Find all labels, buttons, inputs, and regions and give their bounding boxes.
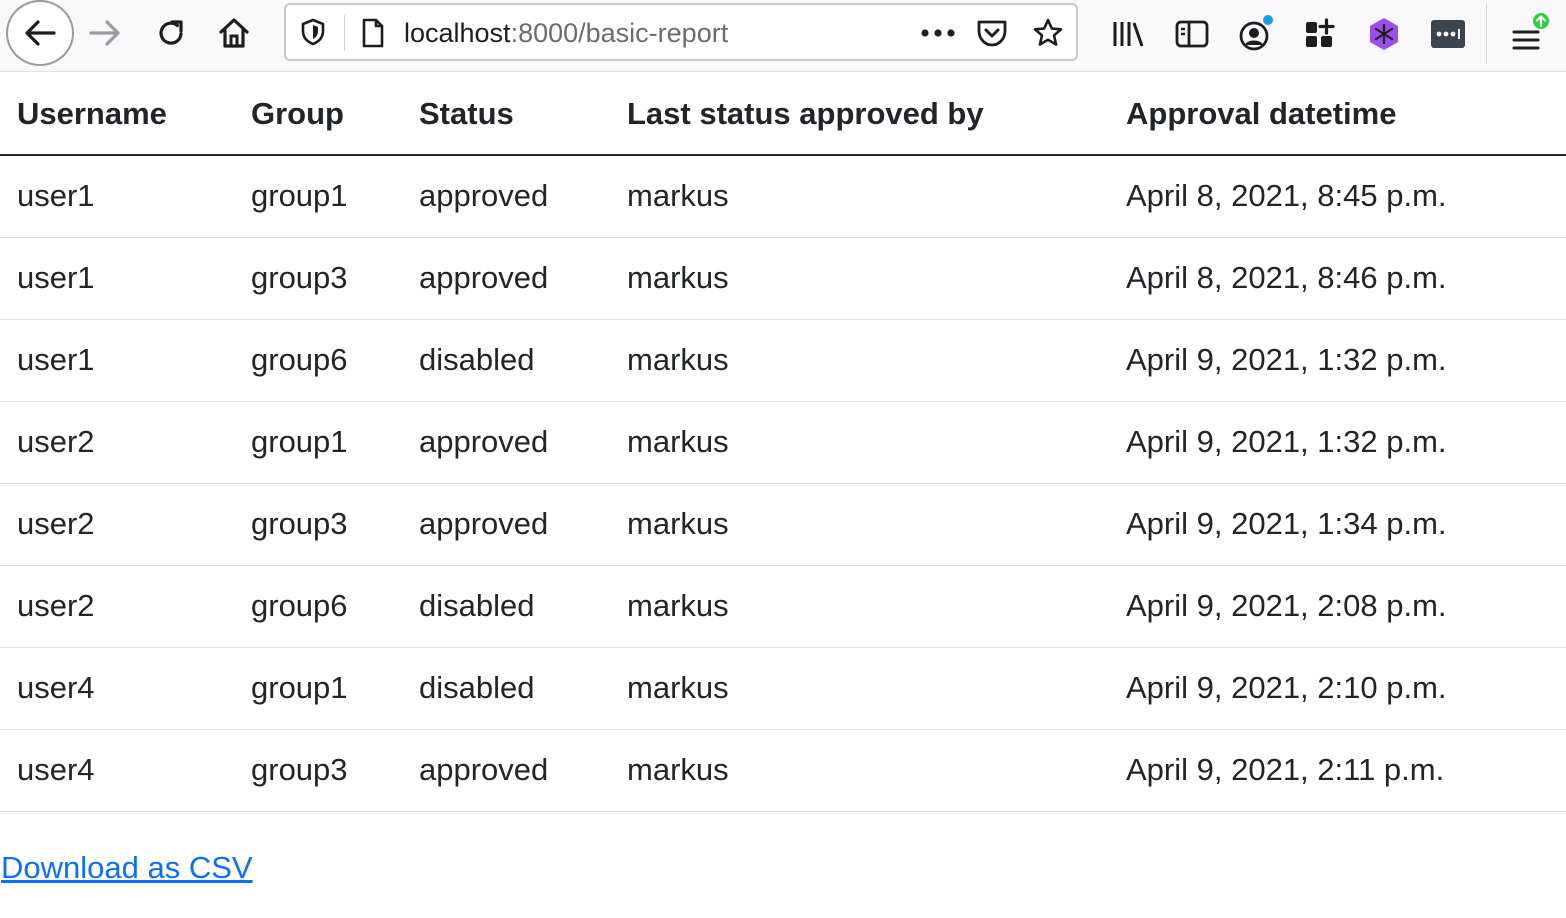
pocket-icon[interactable] bbox=[974, 16, 1010, 50]
table-body: user1 group1 approved markus April 8, 20… bbox=[0, 155, 1566, 812]
cell-status: approved bbox=[402, 483, 610, 566]
reload-button[interactable] bbox=[148, 10, 194, 56]
header-approved-by: Last status approved by bbox=[610, 74, 1109, 156]
table-header-row: Username Group Status Last status approv… bbox=[0, 74, 1566, 156]
table-header: Username Group Status Last status approv… bbox=[0, 74, 1566, 156]
cell-status: disabled bbox=[402, 647, 610, 730]
sidebar-icon[interactable] bbox=[1170, 12, 1214, 56]
header-group: Group bbox=[234, 74, 402, 156]
cell-approved-by: markus bbox=[610, 155, 1109, 238]
home-icon bbox=[219, 18, 249, 48]
url-bar[interactable]: localhost:8000/basic-report bbox=[284, 3, 1078, 61]
reload-icon bbox=[159, 20, 183, 45]
cell-status: disabled bbox=[402, 565, 610, 648]
report-table: Username Group Status Last status approv… bbox=[0, 74, 1566, 812]
url-host: localhost bbox=[404, 18, 511, 48]
cell-status: approved bbox=[402, 729, 610, 812]
table-row: user1 group1 approved markus April 8, 20… bbox=[0, 155, 1566, 238]
purple-extension-icon[interactable] bbox=[1362, 12, 1406, 56]
url-separator bbox=[344, 15, 345, 51]
cell-username: user4 bbox=[0, 729, 234, 812]
cell-username: user2 bbox=[0, 483, 234, 566]
toolbar-divider bbox=[1486, 4, 1487, 64]
cell-approval-datetime: April 9, 2021, 1:32 p.m. bbox=[1109, 401, 1566, 484]
header-approval-datetime: Approval datetime bbox=[1109, 74, 1566, 156]
header-status: Status bbox=[402, 74, 610, 156]
page-actions-more-icon[interactable] bbox=[916, 19, 960, 47]
cell-approval-datetime: April 9, 2021, 1:34 p.m. bbox=[1109, 483, 1566, 566]
bookmark-star-icon[interactable] bbox=[1030, 16, 1066, 50]
cell-approval-datetime: April 8, 2021, 8:46 p.m. bbox=[1109, 237, 1566, 320]
menu-icon[interactable] bbox=[1508, 12, 1552, 56]
url-text[interactable]: localhost:8000/basic-report bbox=[404, 18, 728, 48]
table-row: user2 group1 approved markus April 9, 20… bbox=[0, 401, 1566, 484]
cell-group: group1 bbox=[234, 647, 402, 730]
download-csv-link[interactable]: Download as CSV bbox=[1, 850, 253, 886]
table-row: user1 group6 disabled markus April 9, 20… bbox=[0, 319, 1566, 402]
cell-group: group3 bbox=[234, 237, 402, 320]
cell-status: approved bbox=[402, 155, 610, 238]
home-button[interactable] bbox=[211, 10, 257, 56]
cell-group: group6 bbox=[234, 565, 402, 648]
cell-username: user4 bbox=[0, 647, 234, 730]
cell-username: user1 bbox=[0, 237, 234, 320]
url-path: :8000/basic-report bbox=[510, 18, 729, 48]
cell-username: user2 bbox=[0, 565, 234, 648]
cell-status: disabled bbox=[402, 319, 610, 402]
cell-approved-by: markus bbox=[610, 401, 1109, 484]
page-info-icon[interactable] bbox=[358, 17, 388, 49]
cell-approval-datetime: April 9, 2021, 2:11 p.m. bbox=[1109, 729, 1566, 812]
cell-group: group1 bbox=[234, 155, 402, 238]
arrow-right-icon bbox=[89, 20, 120, 46]
header-username: Username bbox=[0, 74, 234, 156]
cell-username: user1 bbox=[0, 319, 234, 402]
cell-approval-datetime: April 9, 2021, 1:32 p.m. bbox=[1109, 319, 1566, 402]
table-row: user4 group1 disabled markus April 9, 20… bbox=[0, 647, 1566, 730]
library-icon[interactable] bbox=[1106, 12, 1150, 56]
cell-username: user2 bbox=[0, 401, 234, 484]
cell-approved-by: markus bbox=[610, 237, 1109, 320]
account-icon[interactable] bbox=[1234, 12, 1278, 56]
cell-group: group3 bbox=[234, 483, 402, 566]
cell-username: user1 bbox=[0, 155, 234, 238]
cell-group: group6 bbox=[234, 319, 402, 402]
cell-group: group1 bbox=[234, 401, 402, 484]
cell-approved-by: markus bbox=[610, 647, 1109, 730]
table-row: user2 group3 approved markus April 9, 20… bbox=[0, 483, 1566, 566]
browser-toolbar: localhost:8000/basic-report bbox=[0, 0, 1566, 72]
cell-approved-by: markus bbox=[610, 483, 1109, 566]
arrow-left-icon bbox=[25, 20, 56, 46]
cell-approved-by: markus bbox=[610, 729, 1109, 812]
cell-approval-datetime: April 9, 2021, 2:08 p.m. bbox=[1109, 565, 1566, 648]
extensions-grid-icon[interactable] bbox=[1298, 12, 1342, 56]
password-manager-icon[interactable] bbox=[1426, 12, 1470, 56]
cell-status: approved bbox=[402, 237, 610, 320]
cell-approved-by: markus bbox=[610, 565, 1109, 648]
table-row: user2 group6 disabled markus April 9, 20… bbox=[0, 565, 1566, 648]
cell-status: approved bbox=[402, 401, 610, 484]
cell-approval-datetime: April 8, 2021, 8:45 p.m. bbox=[1109, 155, 1566, 238]
cell-approval-datetime: April 9, 2021, 2:10 p.m. bbox=[1109, 647, 1566, 730]
table-row: user4 group3 approved markus April 9, 20… bbox=[0, 729, 1566, 812]
back-button[interactable] bbox=[6, 0, 74, 66]
cell-group: group3 bbox=[234, 729, 402, 812]
tracking-shield-icon[interactable] bbox=[298, 17, 328, 47]
table-row: user1 group3 approved markus April 8, 20… bbox=[0, 237, 1566, 320]
cell-approved-by: markus bbox=[610, 319, 1109, 402]
forward-button[interactable] bbox=[82, 10, 128, 56]
